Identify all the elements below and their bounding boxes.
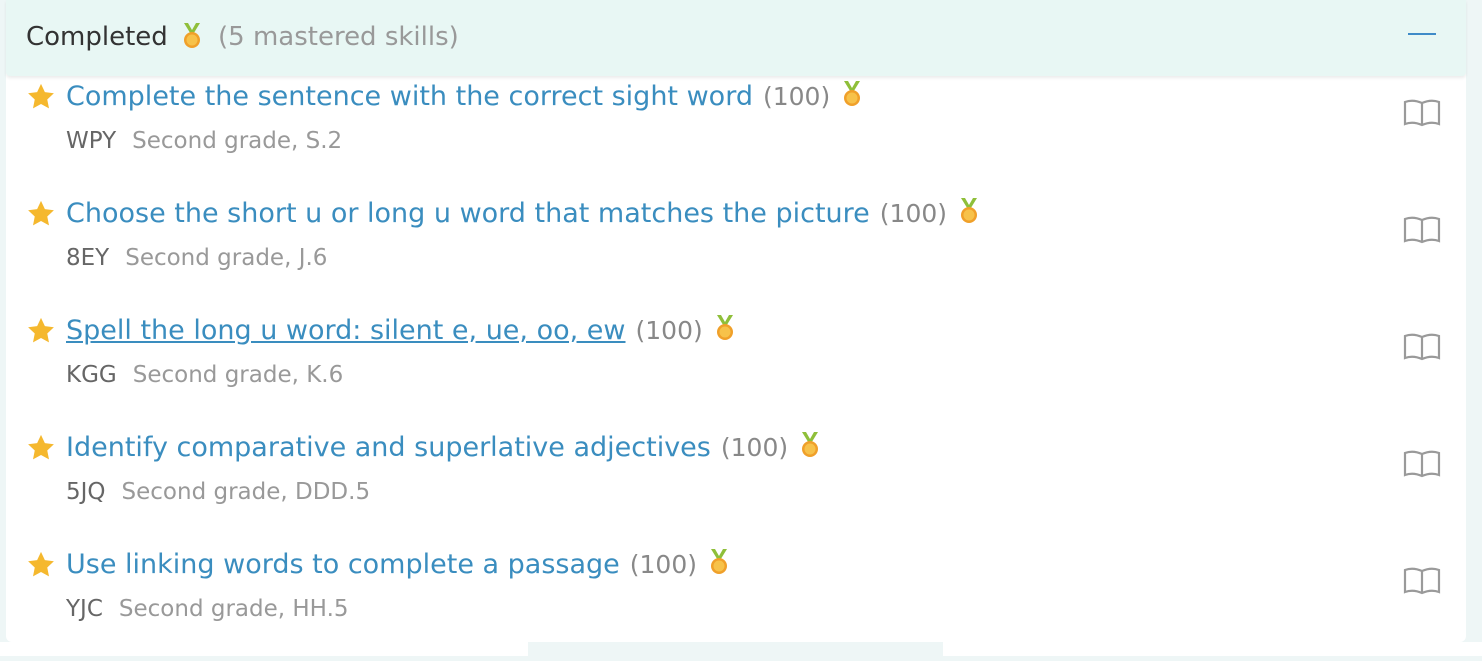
list-item: Spell the long u word: silent e, ue, oo,…	[6, 310, 1466, 427]
star-icon	[26, 199, 56, 233]
mastered-count: (5 mastered skills)	[218, 22, 459, 52]
skill-link[interactable]: Spell the long u word: silent e, ue, oo,…	[66, 315, 626, 346]
book-icon[interactable]	[1402, 98, 1442, 128]
medal-icon	[798, 431, 822, 467]
star-icon	[26, 550, 56, 584]
skill-code: 5JQ	[66, 479, 106, 505]
list-item: Complete the sentence with the correct s…	[6, 76, 1466, 193]
completed-section-header[interactable]: Completed (5 mastered skills)	[6, 0, 1466, 76]
completed-skills-panel: Completed (5 mastered skills) Complete t…	[6, 0, 1466, 642]
skill-link[interactable]: Complete the sentence with the correct s…	[66, 81, 753, 112]
star-icon	[26, 82, 56, 116]
skill-grade: Second grade, J.6	[125, 245, 328, 271]
skill-code: YJC	[66, 596, 103, 622]
star-icon	[26, 433, 56, 467]
book-icon[interactable]	[1402, 215, 1442, 245]
book-icon[interactable]	[1402, 449, 1442, 479]
skill-score: (100)	[879, 199, 948, 228]
skill-code: WPY	[66, 128, 117, 154]
skill-score: (100)	[635, 316, 703, 345]
collapse-button[interactable]	[1396, 18, 1436, 52]
skill-grade: Second grade, HH.5	[118, 596, 349, 622]
list-item: Identify comparative and superlative adj…	[6, 427, 1466, 544]
skill-score: (100)	[629, 550, 697, 579]
section-title: Completed	[26, 22, 168, 52]
skill-code: 8EY	[66, 245, 110, 271]
medal-icon	[840, 80, 864, 116]
skill-grade: Second grade, S.2	[132, 128, 343, 154]
list-item: Choose the short u or long u word that m…	[6, 193, 1466, 310]
skill-link[interactable]: Choose the short u or long u word that m…	[66, 198, 870, 229]
book-icon[interactable]	[1402, 332, 1442, 362]
skill-score: (100)	[762, 82, 831, 111]
bottom-panel-right	[943, 642, 1482, 656]
skill-grade: Second grade, DDD.5	[121, 479, 371, 505]
skill-link[interactable]: Identify comparative and superlative adj…	[66, 432, 711, 463]
bottom-panel-left	[0, 642, 528, 656]
medal-icon	[713, 314, 737, 350]
medal-icon	[957, 197, 981, 233]
book-icon[interactable]	[1402, 566, 1442, 596]
skill-grade: Second grade, K.6	[132, 362, 344, 388]
medal-icon	[707, 548, 731, 584]
skill-code: KGG	[66, 362, 117, 388]
skill-link[interactable]: Use linking words to complete a passage	[66, 549, 620, 580]
minus-icon	[1408, 33, 1436, 35]
medal-icon	[180, 22, 204, 54]
skill-score: (100)	[720, 433, 789, 462]
star-icon	[26, 316, 56, 350]
skill-list: Complete the sentence with the correct s…	[6, 76, 1466, 661]
